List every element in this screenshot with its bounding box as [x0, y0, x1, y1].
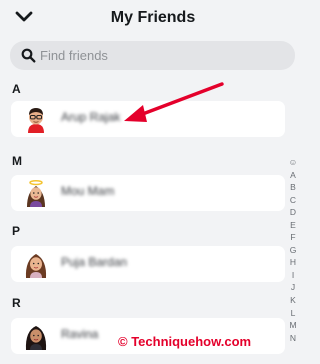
friend-name: Arup Rajak — [61, 110, 121, 124]
section-header-a: A — [12, 82, 21, 96]
search-input[interactable] — [40, 41, 285, 70]
alpha-index-item[interactable]: C — [286, 194, 300, 207]
alpha-index-item[interactable]: N — [286, 332, 300, 345]
avatar — [25, 254, 47, 278]
section-header-r: R — [12, 296, 21, 310]
alpha-index-item[interactable]: G — [286, 244, 300, 257]
page-title: My Friends — [110, 9, 196, 26]
search-bar[interactable] — [10, 41, 295, 70]
alpha-index-item[interactable]: K — [286, 294, 300, 307]
alpha-index-item[interactable]: I — [286, 269, 300, 282]
alphabet-index[interactable]: ☺ A B C D E F G H I J K L M N — [286, 156, 300, 344]
alpha-index-item[interactable]: L — [286, 307, 300, 320]
header: My Friends — [0, 0, 306, 36]
alpha-index-item[interactable]: E — [286, 219, 300, 232]
avatar — [28, 108, 44, 133]
alpha-index-item[interactable]: ☺ — [286, 156, 300, 169]
alpha-index-item[interactable]: F — [286, 231, 300, 244]
alpha-index-item[interactable]: H — [286, 256, 300, 269]
alpha-index-item[interactable]: A — [286, 169, 300, 182]
search-icon — [21, 48, 36, 63]
friend-name: Puja Bardan — [61, 255, 128, 269]
watermark: © Techniquehow.com — [118, 334, 252, 349]
friend-row[interactable]: Puja Bardan — [11, 246, 285, 282]
avatar — [27, 179, 45, 207]
friend-name: Ravina — [61, 327, 99, 341]
avatar — [25, 326, 47, 350]
friend-name: Mou Mam — [61, 184, 115, 198]
alpha-index-item[interactable]: M — [286, 319, 300, 332]
friend-row[interactable]: Arup Rajak — [11, 101, 285, 137]
section-header-p: P — [12, 224, 21, 238]
section-header-m: M — [12, 154, 22, 168]
alpha-index-item[interactable]: B — [286, 181, 300, 194]
alpha-index-item[interactable]: D — [286, 206, 300, 219]
alpha-index-item[interactable]: J — [286, 281, 300, 294]
friend-row[interactable]: Mou Mam — [11, 175, 285, 211]
